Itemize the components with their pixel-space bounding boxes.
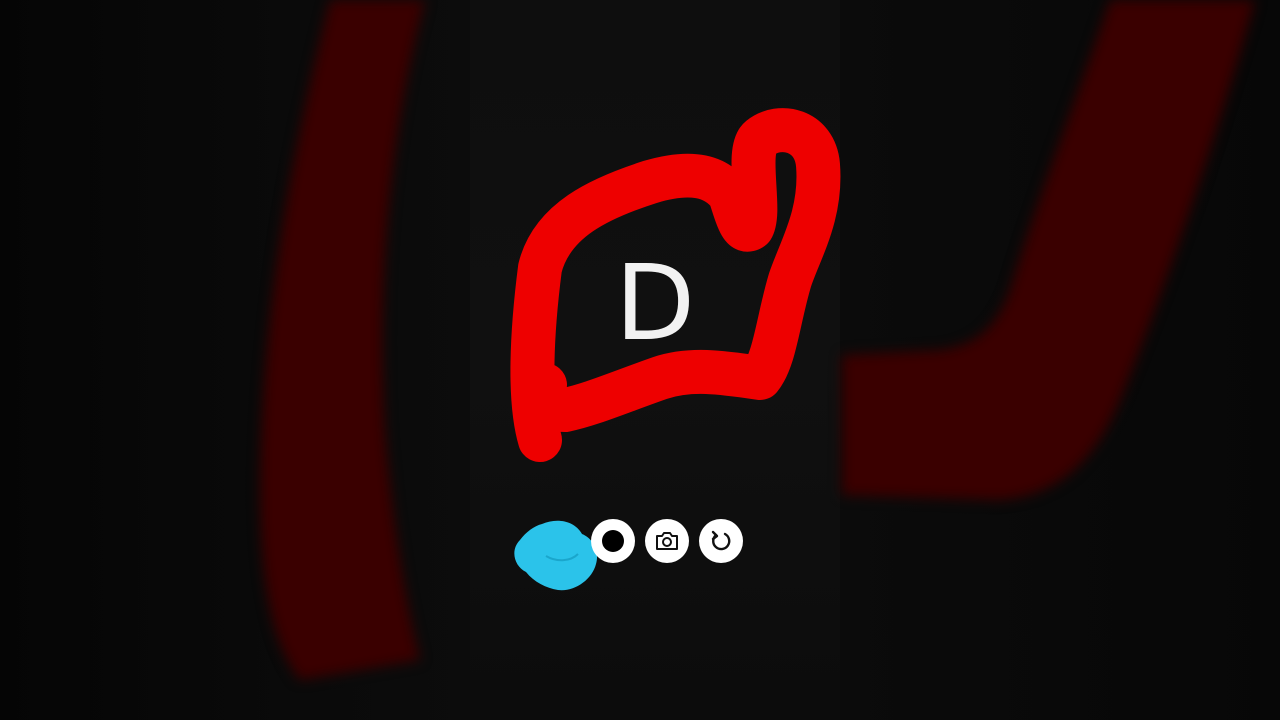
- undo-button[interactable]: [699, 519, 743, 563]
- color-swatch-blob: [514, 520, 598, 591]
- undo-icon: [711, 530, 731, 551]
- camera-icon: [656, 532, 678, 550]
- camera-button[interactable]: [645, 519, 689, 563]
- center-letter: D: [614, 242, 696, 364]
- drawing-canvas[interactable]: D: [0, 0, 1280, 720]
- record-icon: [602, 530, 624, 552]
- color-picker-button[interactable]: [512, 516, 604, 596]
- toolbar: [512, 516, 752, 596]
- record-button[interactable]: [591, 519, 635, 563]
